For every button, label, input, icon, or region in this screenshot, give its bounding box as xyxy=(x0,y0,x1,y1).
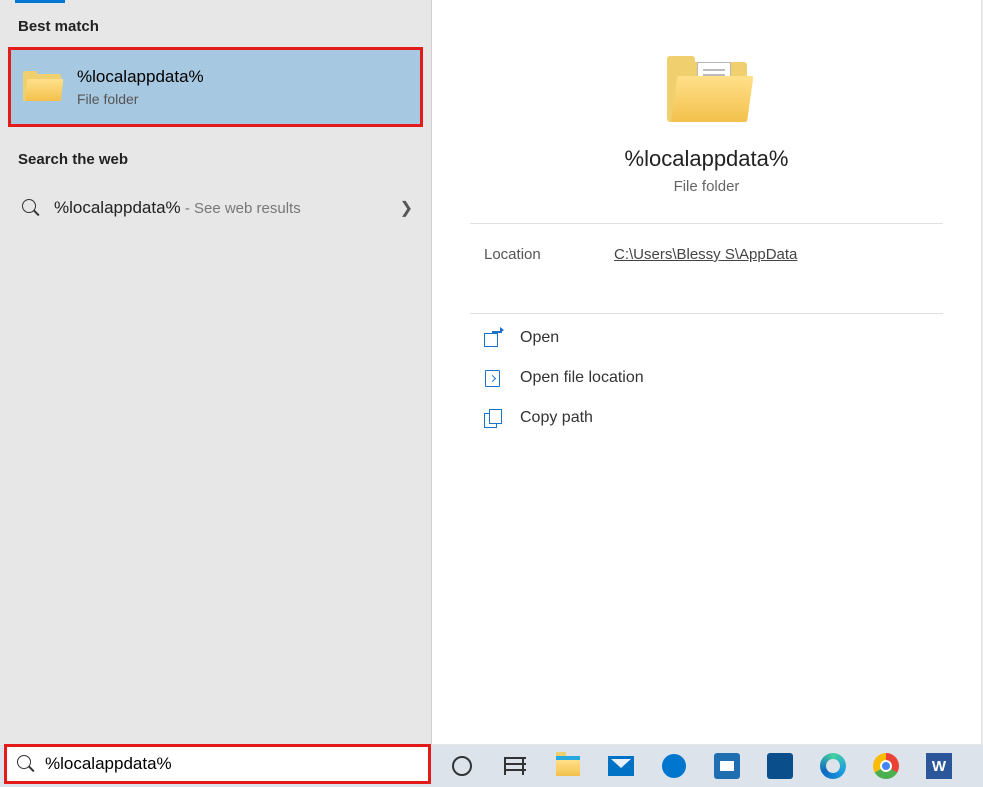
location-link[interactable]: C:\Users\Blessy S\AppData xyxy=(614,246,797,263)
dell-icon xyxy=(662,754,686,778)
chevron-right-icon: ❯ xyxy=(400,198,413,218)
mail-button[interactable] xyxy=(595,746,647,786)
search-icon xyxy=(17,755,35,773)
store-icon xyxy=(714,753,740,779)
tips-icon xyxy=(767,753,793,779)
folder-icon xyxy=(23,71,61,103)
search-icon xyxy=(22,199,40,217)
search-web-header: Search the web xyxy=(0,127,431,180)
action-open-file-location[interactable]: Open file location xyxy=(484,358,943,398)
file-explorer-button[interactable] xyxy=(542,746,594,786)
location-row: Location C:\Users\Blessy S\AppData xyxy=(440,224,973,285)
action-open-label: Open xyxy=(520,329,559,347)
detail-panel: %localappdata% File folder Location C:\U… xyxy=(432,0,981,744)
open-location-icon xyxy=(484,369,502,387)
location-label: Location xyxy=(484,246,614,263)
file-explorer-icon xyxy=(556,756,580,776)
copy-icon xyxy=(484,409,502,427)
tab-accent xyxy=(15,0,65,3)
action-copy-path[interactable]: Copy path xyxy=(484,398,943,438)
web-suffix: - See web results xyxy=(181,200,301,217)
chrome-icon xyxy=(873,753,899,779)
search-results-panel: Best match %localappdata% File folder Se… xyxy=(0,0,432,744)
task-view-button[interactable] xyxy=(489,746,541,786)
dell-button[interactable] xyxy=(648,746,700,786)
edge-icon xyxy=(820,753,846,779)
cortana-button[interactable] xyxy=(436,746,488,786)
best-match-subtitle: File folder xyxy=(77,91,204,107)
web-search-result[interactable]: %localappdata% - See web results ❯ xyxy=(0,180,431,236)
best-match-title: %localappdata% xyxy=(77,67,204,87)
word-icon: W xyxy=(926,753,952,779)
best-match-result[interactable]: %localappdata% File folder xyxy=(8,47,423,127)
word-button[interactable]: W xyxy=(913,746,965,786)
action-open-location-label: Open file location xyxy=(520,369,644,387)
web-query: %localappdata% xyxy=(54,198,181,217)
edge-button[interactable] xyxy=(807,746,859,786)
open-icon xyxy=(484,329,502,347)
mail-icon xyxy=(608,756,634,776)
best-match-header: Best match xyxy=(0,0,431,47)
detail-subtitle: File folder xyxy=(440,178,973,195)
chrome-button[interactable] xyxy=(860,746,912,786)
folder-icon xyxy=(667,56,747,128)
detail-title: %localappdata% xyxy=(440,146,973,172)
task-view-icon xyxy=(504,757,526,775)
action-open[interactable]: Open xyxy=(484,318,943,358)
cortana-icon xyxy=(452,756,472,776)
tips-button[interactable] xyxy=(754,746,806,786)
action-copy-path-label: Copy path xyxy=(520,409,593,427)
search-input[interactable] xyxy=(45,747,428,781)
search-bar[interactable] xyxy=(4,744,431,784)
store-button[interactable] xyxy=(701,746,753,786)
